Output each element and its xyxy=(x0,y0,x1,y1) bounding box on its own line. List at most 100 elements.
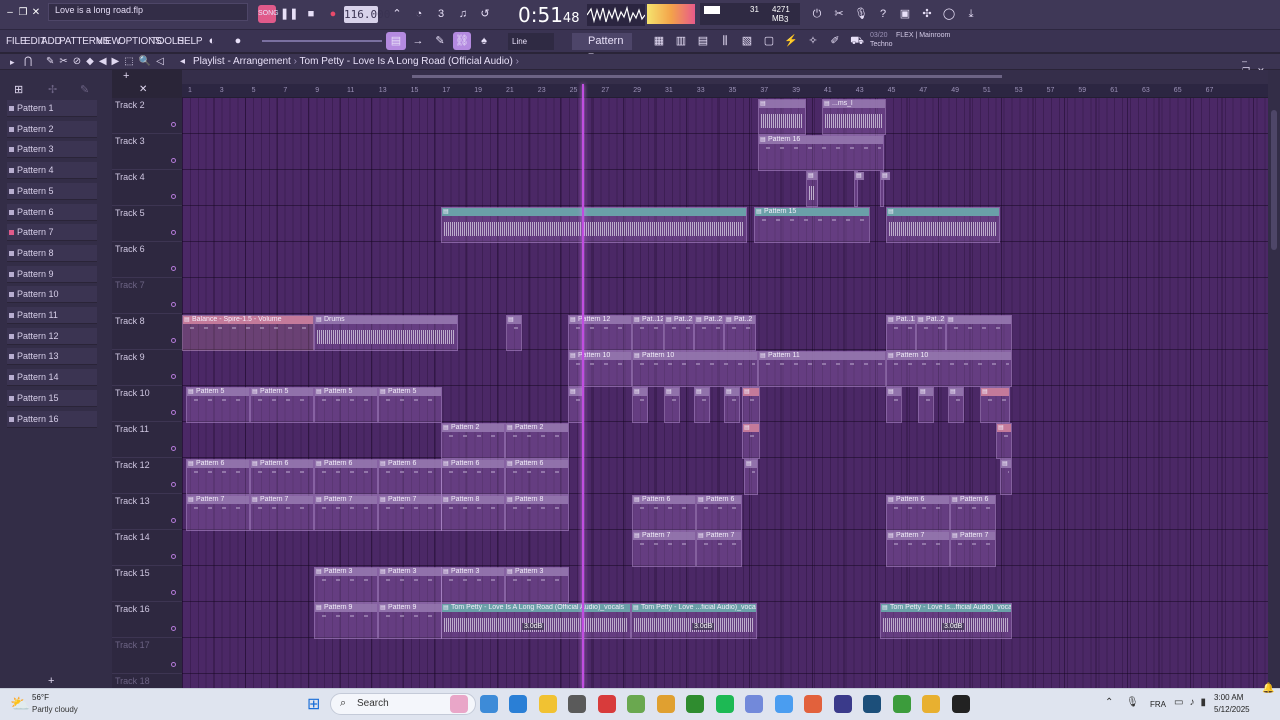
feather-icon[interactable]: ✐ xyxy=(826,32,844,50)
pattern-clip[interactable]: Pattern 2 xyxy=(505,423,569,459)
pattern-clip[interactable]: Pattern 9 xyxy=(378,603,442,639)
track-header[interactable]: Track 13 xyxy=(112,494,182,530)
clock-time[interactable]: 3:00 AM xyxy=(1214,693,1243,702)
pattern-clip[interactable]: Pattern 7 xyxy=(186,495,250,531)
browser-icon[interactable]: ▧ xyxy=(738,32,756,50)
arrangement-grid[interactable]: ...ms_l Pattern 16 Pattern 15 Balance - Spi… xyxy=(182,98,1268,710)
playlist-icon[interactable]: ▤ xyxy=(694,32,712,50)
pattern-clip[interactable] xyxy=(948,387,964,423)
audio-clip[interactable]: Drums xyxy=(314,315,458,351)
tempo-display[interactable]: 116.000 xyxy=(344,6,390,23)
pattern-clip[interactable]: Pattern 6 xyxy=(886,495,950,531)
snap-select[interactable]: Line xyxy=(508,33,554,50)
pattern-clip[interactable]: Pat..2 xyxy=(694,315,724,351)
pattern-clip[interactable] xyxy=(742,423,760,459)
wait-input-icon[interactable]: ◔ xyxy=(410,5,428,23)
taskbar-app-icon[interactable] xyxy=(922,695,940,713)
pattern-clip[interactable] xyxy=(980,387,1010,423)
track-mute-icon[interactable] xyxy=(171,122,176,127)
pattern-item[interactable]: Pattern 14 xyxy=(7,369,97,387)
track-header[interactable]: Track 2 xyxy=(112,98,182,134)
tray-chevron-icon[interactable]: ⌃ xyxy=(1105,697,1113,708)
taskbar-app-icon[interactable] xyxy=(627,695,645,713)
track-mute-icon[interactable] xyxy=(171,410,176,415)
pattern-clip[interactable]: Pattern 3 xyxy=(441,567,505,603)
overview-scrollbar[interactable] xyxy=(182,70,1268,84)
pattern-item[interactable]: Pattern 4 xyxy=(7,162,97,180)
track-header[interactable]: Track 10 xyxy=(112,386,182,422)
vertical-scrollbar[interactable] xyxy=(1268,70,1280,688)
pattern-clip[interactable]: Pattern 6 xyxy=(378,459,442,495)
track-header[interactable]: Track 5 xyxy=(112,206,182,242)
stop-icon[interactable]: ■ xyxy=(302,5,320,23)
mixer-cut-icon[interactable]: ✂ xyxy=(830,5,848,23)
pattern-item[interactable]: Pattern 3 xyxy=(7,141,97,159)
step-edit-icon[interactable]: ♫ xyxy=(454,5,472,23)
pattern-item[interactable]: Pattern 6 xyxy=(7,203,97,221)
pattern-clip[interactable] xyxy=(886,387,902,423)
knife-icon[interactable]: ✎ xyxy=(80,83,89,96)
song-mode-toggle[interactable]: SONG xyxy=(258,5,279,23)
pattern-item[interactable]: Pattern 7 xyxy=(7,224,97,242)
play-arrow-icon[interactable]: ▸ xyxy=(10,57,15,68)
record-icon[interactable]: ● xyxy=(324,5,342,23)
pattern-clip[interactable]: Pattern 3 xyxy=(314,567,378,603)
taskbar-app-icon[interactable] xyxy=(509,695,527,713)
playlist-view-icon[interactable]: ▤ xyxy=(386,32,406,50)
pattern-clip[interactable]: Pattern 10 xyxy=(886,351,1012,387)
pattern-item[interactable]: Pattern 5 xyxy=(7,182,97,200)
menu-help[interactable]: HELP xyxy=(177,36,203,47)
cpu-icon[interactable]: ⏻ xyxy=(808,5,826,23)
mixer-icon[interactable]: ⫼ xyxy=(716,32,734,50)
track-mute-icon[interactable] xyxy=(171,626,176,631)
pattern-clip[interactable]: Pat..2 xyxy=(664,315,694,351)
pattern-item[interactable]: Pattern 8 xyxy=(7,244,97,262)
audio-clip[interactable] xyxy=(441,207,747,243)
timeline-ruler[interactable]: 1 3 5 7 9 11 13 15 17 19 21 23 25 27 29 31 33 35 37 39 41 43 4… xyxy=(182,84,1268,98)
audio-clip[interactable]: Tom Petty - Love Is A Long Road (Officia… xyxy=(441,603,631,639)
pattern-clip[interactable]: Pattern 3 xyxy=(378,567,442,603)
restore-icon[interactable]: ❐ xyxy=(17,7,29,19)
track-header[interactable]: Track 14 xyxy=(112,530,182,566)
track-mute-icon[interactable] xyxy=(171,590,176,595)
track-mute-icon[interactable] xyxy=(171,446,176,451)
track-mute-icon[interactable] xyxy=(171,230,176,235)
pattern-clip[interactable]: Pattern 7 xyxy=(696,531,742,567)
pattern-clip[interactable]: Pattern 7 xyxy=(632,531,696,567)
metronome-icon[interactable]: ⌃ xyxy=(388,5,406,23)
link-icon[interactable]: ⛓ xyxy=(453,32,471,50)
pattern-clip[interactable]: Pat..12 xyxy=(886,315,916,351)
weather-desc[interactable]: Partly cloudy xyxy=(32,705,78,714)
next-arrow-icon[interactable]: → xyxy=(409,32,427,50)
pattern-clip[interactable]: Pattern 7 xyxy=(950,531,996,567)
pattern-clip[interactable]: Pattern 8 xyxy=(441,495,505,531)
track-header[interactable]: Track 8 xyxy=(112,314,182,350)
mic-tray-icon[interactable]: 🎙 xyxy=(1126,697,1139,708)
audio-clip[interactable]: Tom Petty - Love ...ficial Audio)_vocals xyxy=(631,603,757,639)
pattern-clip[interactable]: Pattern 8 xyxy=(505,495,569,531)
pattern-clip[interactable]: Pattern 5 xyxy=(378,387,442,423)
pattern-clip[interactable] xyxy=(632,387,648,423)
tempo-knob-icon[interactable]: ◐ xyxy=(203,32,221,50)
pattern-clip[interactable] xyxy=(918,387,934,423)
track-mute-icon[interactable] xyxy=(171,518,176,523)
audio-clip[interactable]: Tom Petty - Love Is...fficial Audio)_voc… xyxy=(880,603,1012,639)
taskbar-app-icon[interactable] xyxy=(597,695,616,713)
pattern-item[interactable]: Pattern 12 xyxy=(7,327,97,345)
chat-icon[interactable]: ◯ xyxy=(940,5,958,23)
taskbar-app-icon[interactable] xyxy=(951,695,970,713)
track-mute-icon[interactable] xyxy=(171,662,176,667)
track-header[interactable]: Track 4 xyxy=(112,170,182,206)
pattern-clip[interactable]: Pattern 5 xyxy=(250,387,314,423)
overview-thumb[interactable] xyxy=(412,75,1002,78)
track-header[interactable]: Track 11 xyxy=(112,422,182,458)
pattern-clip[interactable] xyxy=(1000,459,1012,495)
minimize-icon[interactable]: – xyxy=(4,7,16,19)
track-header[interactable]: Track 16 xyxy=(112,602,182,638)
pattern-clip[interactable]: Pattern 10 xyxy=(568,351,632,387)
track-header[interactable]: Track 7 xyxy=(112,278,182,314)
pattern-item[interactable]: Pattern 11 xyxy=(7,307,97,324)
cart-icon[interactable]: ⛟ xyxy=(848,32,866,50)
pattern-clip[interactable] xyxy=(694,387,710,423)
track-header[interactable]: Track 12 xyxy=(112,458,182,494)
